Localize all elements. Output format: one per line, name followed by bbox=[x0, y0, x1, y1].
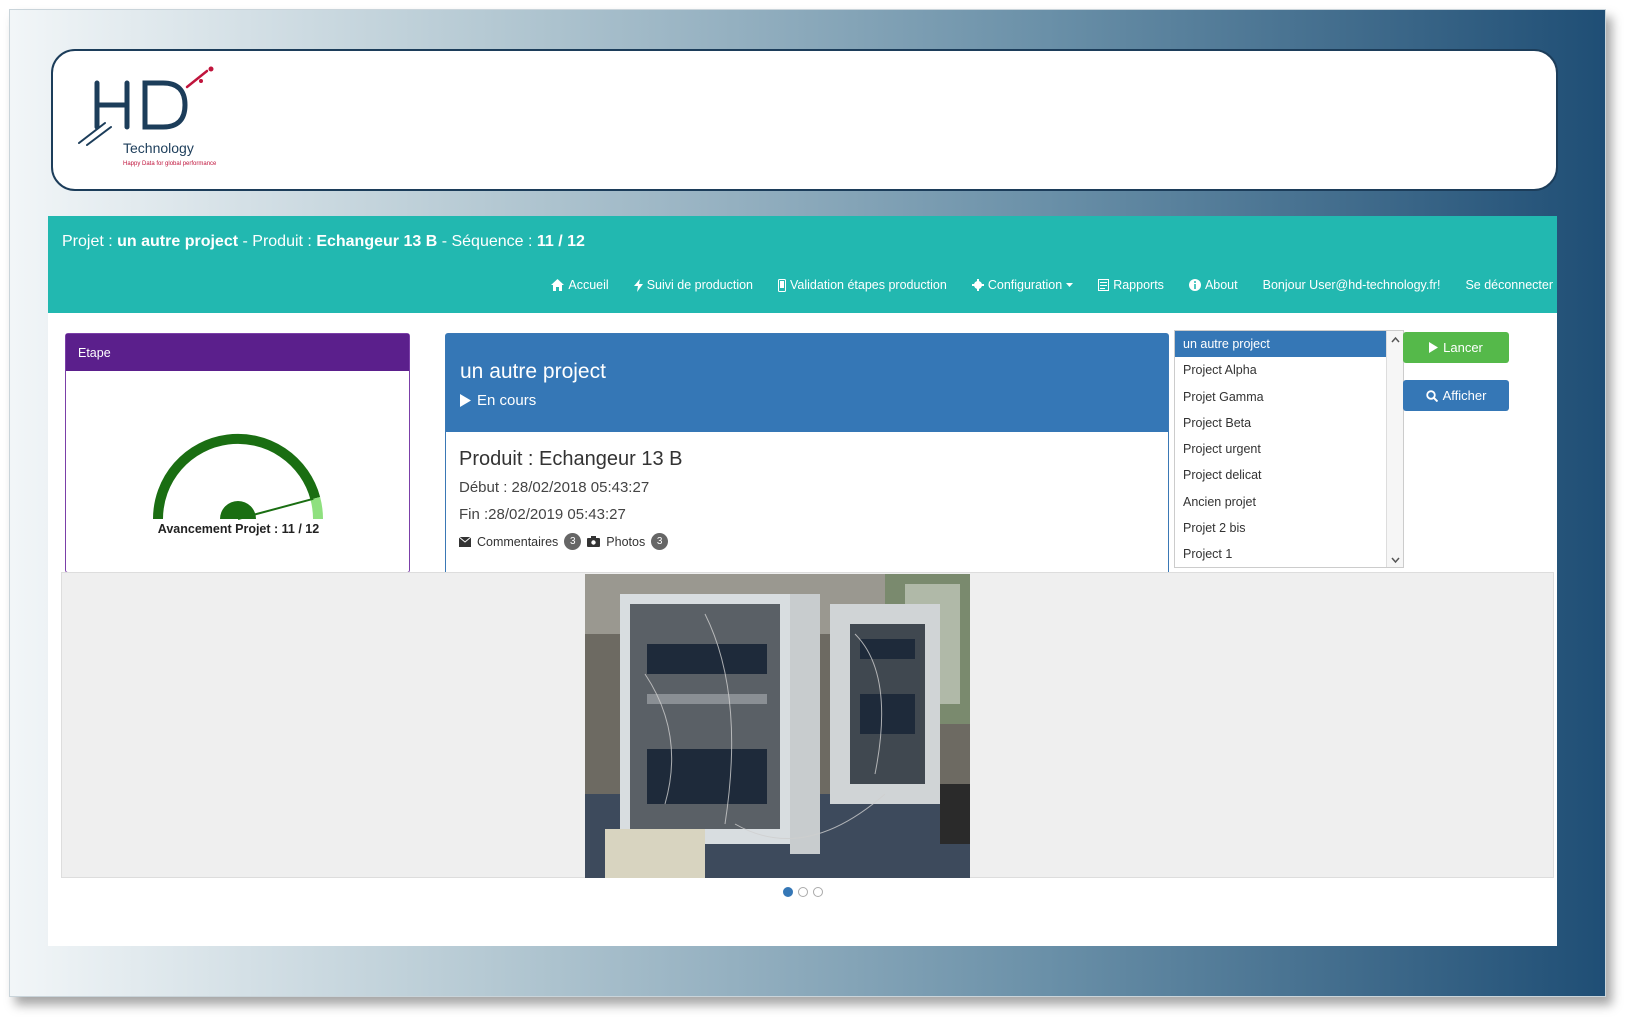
sequence-value: 11 / 12 bbox=[536, 233, 585, 250]
carousel-dot[interactable] bbox=[782, 887, 793, 897]
nav-validation-etapes[interactable]: Validation étapes production bbox=[778, 278, 947, 292]
project-card-body: Produit : Echangeur 13 B Début : 28/02/2… bbox=[446, 432, 1168, 566]
scroll-down-icon[interactable] bbox=[1387, 553, 1404, 567]
project-card: un autre project En cours Produit : Echa… bbox=[445, 333, 1169, 577]
progress-gauge bbox=[153, 433, 324, 520]
photos-link[interactable]: Photos bbox=[606, 535, 645, 549]
phone-icon bbox=[778, 278, 787, 292]
afficher-button[interactable]: Afficher bbox=[1403, 380, 1509, 411]
envelope-icon bbox=[459, 536, 471, 547]
photos-count-badge: 3 bbox=[651, 533, 669, 550]
scroll-up-icon[interactable] bbox=[1387, 333, 1404, 347]
svg-text:Technology: Technology bbox=[123, 140, 194, 156]
project-listbox[interactable]: un autre project Project Alpha Projet Ga… bbox=[1174, 330, 1404, 568]
report-icon bbox=[1098, 279, 1110, 291]
app-window: Projet : un autre project - Produit : Ec… bbox=[48, 216, 1557, 946]
search-icon bbox=[1425, 389, 1438, 402]
project-option[interactable]: Project 1 bbox=[1175, 541, 1403, 567]
camera-icon bbox=[587, 536, 601, 547]
play-icon bbox=[460, 394, 471, 407]
breadcrumb: Projet : un autre project - Produit : Ec… bbox=[62, 233, 585, 250]
nav-configuration[interactable]: Configuration bbox=[971, 278, 1074, 292]
start-date: Début : 28/02/2018 05:43:27 bbox=[459, 479, 650, 496]
gear-icon bbox=[971, 279, 984, 291]
bolt-icon bbox=[633, 278, 643, 292]
hd-technology-logo: Technology Happy Data for global perform… bbox=[78, 66, 217, 167]
project-links: Commentaires 3 Photos 3 bbox=[459, 533, 1155, 550]
comments-link[interactable]: Commentaires bbox=[477, 535, 558, 549]
project-option[interactable]: Project delicat bbox=[1175, 462, 1403, 488]
project-card-header: un autre project En cours bbox=[446, 334, 1168, 432]
nav-suivi-production[interactable]: Suivi de production bbox=[633, 278, 753, 292]
project-option[interactable]: Project urgent bbox=[1175, 436, 1403, 462]
project-option[interactable]: un autre project bbox=[1175, 331, 1403, 358]
nav-user-greeting[interactable]: Bonjour User@hd-technology.fr! bbox=[1263, 278, 1441, 292]
play-icon bbox=[1429, 342, 1439, 353]
project-option[interactable]: Project Beta bbox=[1175, 410, 1403, 436]
project-title: un autre project bbox=[460, 360, 606, 383]
gauge-label: Avancement Projet : 11 / 12 bbox=[157, 522, 320, 536]
presentation-frame: Technology Happy Data for global perform… bbox=[9, 9, 1606, 997]
svg-text:Happy Data for global performa: Happy Data for global performance bbox=[123, 161, 217, 167]
nav-about[interactable]: About bbox=[1188, 278, 1238, 292]
lancer-button[interactable]: Lancer bbox=[1403, 332, 1509, 363]
home-icon bbox=[551, 279, 565, 291]
equipment-photo bbox=[585, 574, 970, 878]
comments-count-badge: 3 bbox=[564, 533, 582, 550]
carousel-indicators bbox=[48, 887, 1557, 897]
info-icon bbox=[1188, 279, 1201, 291]
nav-logout[interactable]: Se déconnecter bbox=[1465, 278, 1553, 292]
project-status: En cours bbox=[460, 392, 1154, 409]
etape-panel-title: Etape bbox=[66, 334, 409, 371]
carousel-dot[interactable] bbox=[797, 887, 808, 897]
listbox-scrollbar[interactable] bbox=[1386, 331, 1404, 567]
product-line: Produit : Echangeur 13 B bbox=[459, 448, 683, 470]
etape-panel: Etape Avancement Projet : 11 / 12 bbox=[65, 333, 410, 573]
caret-down-icon bbox=[1066, 282, 1074, 287]
logo-banner: Technology Happy Data for global perform… bbox=[51, 49, 1558, 191]
top-navbar: Projet : un autre project - Produit : Ec… bbox=[48, 216, 1557, 313]
nav-accueil[interactable]: Accueil bbox=[551, 278, 609, 292]
project-option[interactable]: Projet 2 bis bbox=[1175, 515, 1403, 541]
project-option[interactable]: Project Alpha bbox=[1175, 357, 1403, 383]
end-date: Fin :28/02/2019 05:43:27 bbox=[459, 506, 626, 523]
project-name: un autre project bbox=[117, 233, 239, 250]
project-option[interactable]: Ancien projet bbox=[1175, 489, 1403, 515]
carousel-dot[interactable] bbox=[812, 887, 823, 897]
product-name: Echangeur 13 B bbox=[316, 233, 438, 250]
nav-rapports[interactable]: Rapports bbox=[1098, 278, 1164, 292]
main-nav: Accueil Suivi de production Validation é… bbox=[526, 278, 1553, 292]
project-option[interactable]: Projet Gamma bbox=[1175, 384, 1403, 410]
